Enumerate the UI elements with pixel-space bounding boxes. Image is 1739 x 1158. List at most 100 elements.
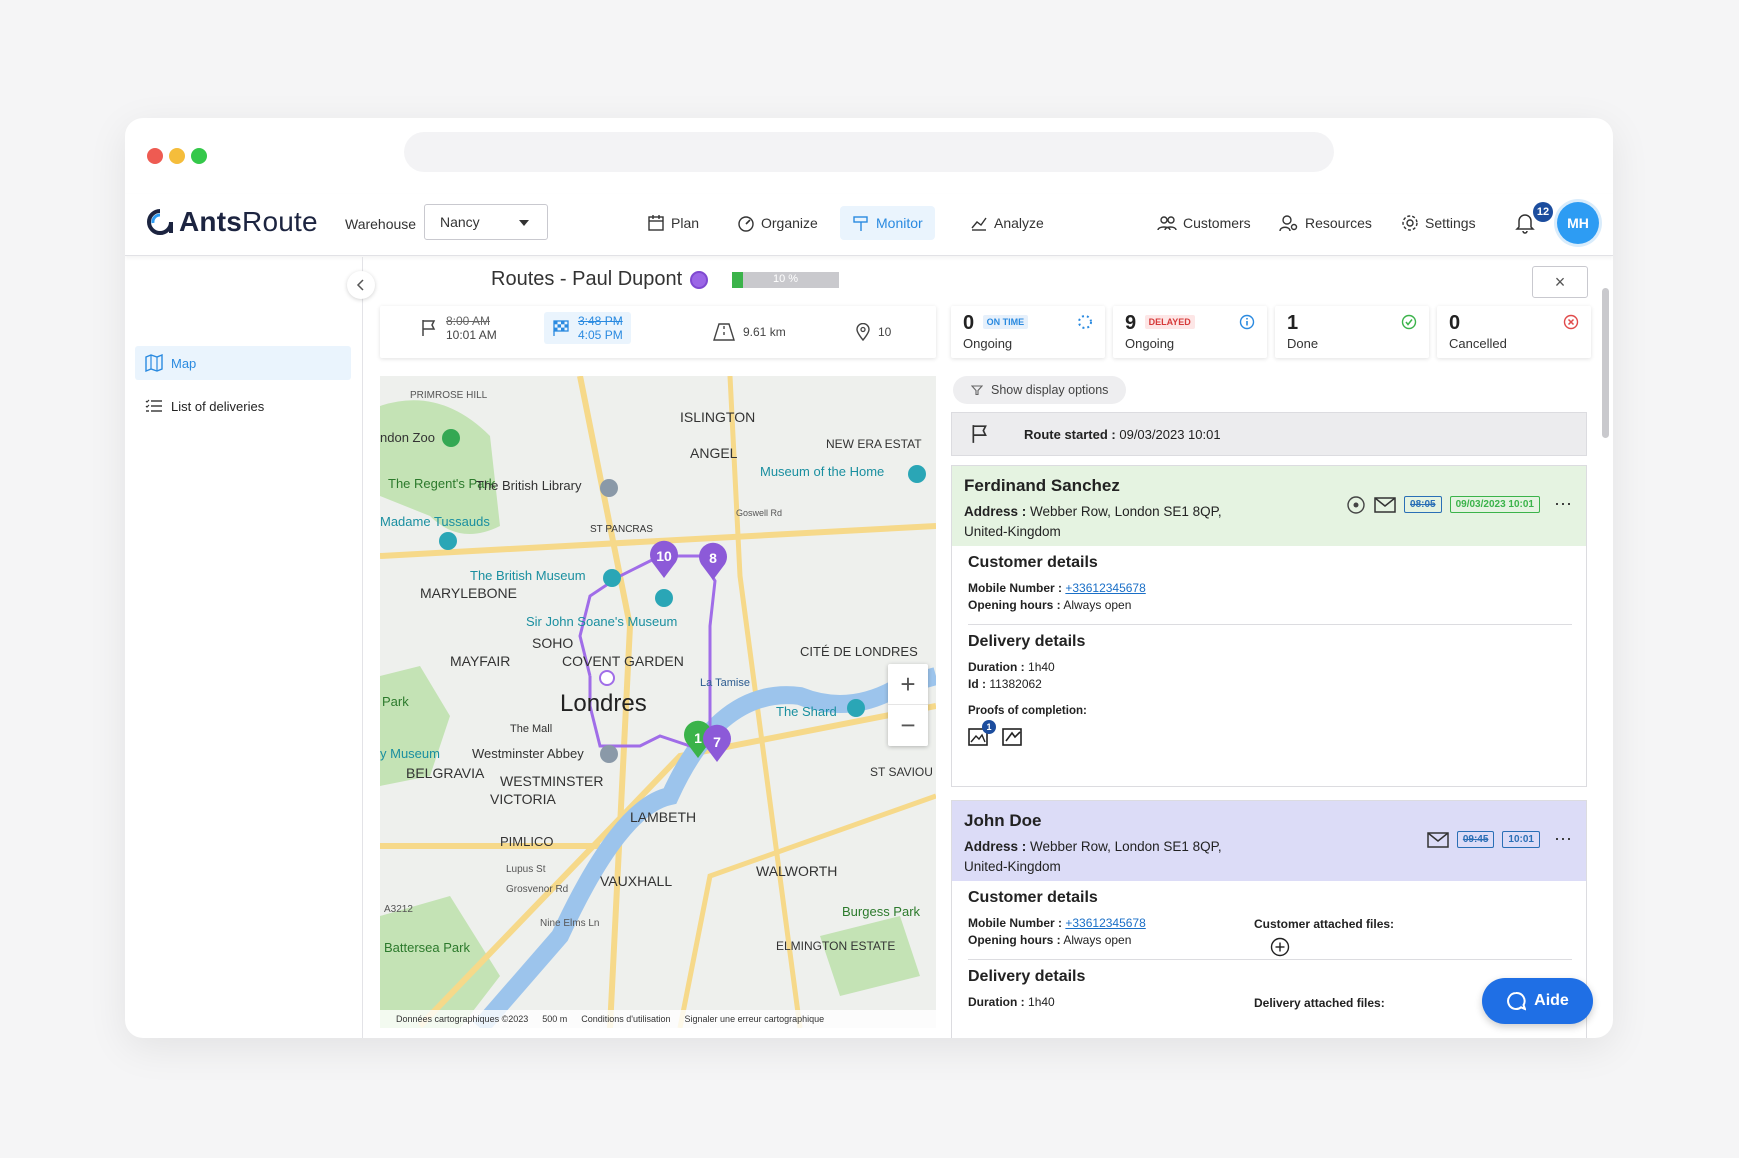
more-options-icon[interactable]: ⋯ bbox=[1554, 494, 1572, 515]
distance-stat: 9.61 km bbox=[713, 323, 786, 341]
help-button[interactable]: Aide bbox=[1482, 978, 1593, 1024]
route-start-marker[interactable] bbox=[599, 670, 615, 686]
user-gear-icon bbox=[1279, 215, 1298, 232]
kpi-ontime[interactable]: 0 ON TIME Ongoing bbox=[951, 306, 1105, 358]
map-canvas[interactable]: PRIMROSE HILL ISLINGTON ANGEL NEW ERA ES… bbox=[380, 376, 936, 1028]
address-bar[interactable] bbox=[404, 132, 1334, 172]
map-label-elmington: ELMINGTON ESTATE bbox=[776, 939, 895, 953]
map-label-shard-text: The Shard bbox=[776, 704, 837, 719]
route-title-text: Routes - Paul Dupont bbox=[491, 268, 683, 290]
nav-analyze[interactable]: Analyze bbox=[958, 206, 1056, 240]
delivery-card-ferdinand[interactable]: Ferdinand Sanchez Address : Webber Row, … bbox=[951, 465, 1587, 787]
logo[interactable]: AntsRoute bbox=[147, 206, 318, 238]
map-label-soho-text: SOHO bbox=[532, 635, 573, 651]
kpi-delayed[interactable]: 9 DELAYED Ongoing bbox=[1113, 306, 1267, 358]
nav-customers[interactable]: Customers bbox=[1145, 206, 1263, 240]
nav-organize[interactable]: Organize bbox=[725, 206, 830, 240]
poi-library-icon[interactable] bbox=[600, 479, 618, 497]
help-label: Aide bbox=[1534, 992, 1569, 1009]
start-planned: 8:00 AM bbox=[446, 314, 491, 328]
poi-tussauds-icon[interactable] bbox=[439, 532, 457, 550]
map-label-museum2-text: y Museum bbox=[380, 746, 440, 761]
map-label-newera: NEW ERA ESTAT bbox=[826, 437, 922, 451]
poi-museum-home-icon[interactable] bbox=[908, 465, 926, 483]
delivery-details-title: Delivery details bbox=[968, 633, 1086, 650]
chart-icon bbox=[971, 217, 987, 231]
map-label-tussauds-text: Madame Tussauds bbox=[380, 514, 490, 529]
nav-monitor[interactable]: Monitor bbox=[840, 206, 935, 240]
sidebar-item-list[interactable]: List of deliveries bbox=[135, 389, 351, 423]
map-label-mayfair: MAYFAIR bbox=[450, 653, 510, 669]
maximize-window-dot[interactable] bbox=[191, 148, 207, 164]
info-icon bbox=[1239, 314, 1255, 330]
kpi-cancelled[interactable]: 0 Cancelled bbox=[1437, 306, 1591, 358]
poi-abbey-icon[interactable] bbox=[600, 745, 618, 763]
poi-shard-icon[interactable] bbox=[847, 699, 865, 717]
mobile-link[interactable]: +33612345678 bbox=[1065, 581, 1145, 595]
map-label-marylebone: MARYLEBONE bbox=[420, 585, 517, 601]
stops-stat: 10 bbox=[856, 323, 891, 341]
mail-icon[interactable] bbox=[1374, 496, 1396, 513]
nav-settings[interactable]: Settings bbox=[1389, 206, 1488, 240]
logo-text: AntsRoute bbox=[179, 206, 318, 237]
more-options-icon[interactable]: ⋯ bbox=[1554, 829, 1572, 850]
record-icon[interactable] bbox=[1346, 495, 1366, 515]
add-file-icon[interactable] bbox=[1270, 937, 1290, 957]
flag-icon bbox=[422, 320, 436, 336]
mail-icon[interactable] bbox=[1427, 831, 1449, 848]
map-label-tamise-text: La Tamise bbox=[700, 677, 750, 689]
sidebar-item-map[interactable]: Map bbox=[135, 346, 351, 380]
map-terms-link[interactable]: Conditions d'utilisation bbox=[581, 1014, 670, 1024]
map-label-mall: The Mall bbox=[510, 723, 552, 735]
map-label-stpancras: ST PANCRAS bbox=[590, 524, 653, 535]
hours-row: Opening hours : Always open bbox=[968, 598, 1132, 612]
kpi-done[interactable]: 1 Done bbox=[1275, 306, 1429, 358]
map-report-link[interactable]: Signaler une erreur cartographique bbox=[685, 1014, 825, 1024]
signature-proof-icon[interactable] bbox=[1002, 728, 1024, 746]
poi-british-museum-icon[interactable] bbox=[603, 569, 621, 587]
close-button[interactable]: × bbox=[1532, 266, 1588, 298]
poi-soane-icon[interactable] bbox=[655, 589, 673, 607]
map-label-nineelms-text: Nine Elms Ln bbox=[540, 918, 599, 929]
chevron-left-icon bbox=[356, 279, 364, 291]
show-display-options-button[interactable]: Show display options bbox=[953, 376, 1127, 404]
map-pin-1-label: 1 bbox=[694, 730, 702, 746]
app-window: AntsRoute Warehouse Nancy Plan Organize … bbox=[125, 118, 1613, 1038]
map-label-covent-text: COVENT GARDEN bbox=[562, 653, 684, 669]
warehouse-select[interactable]: Nancy bbox=[424, 204, 548, 240]
end-time-stat: 3:48 PM 4:05 PM bbox=[544, 312, 631, 344]
route-progress-bar: 10 % bbox=[732, 272, 839, 288]
map-label-lambeth-text: LAMBETH bbox=[630, 809, 696, 825]
chevron-down-icon bbox=[519, 220, 529, 226]
scrollbar[interactable] bbox=[1602, 288, 1609, 438]
nav-plan-label: Plan bbox=[671, 215, 700, 231]
proof-count-badge: 1 bbox=[982, 720, 996, 734]
map-label-islington-text: ISLINGTON bbox=[680, 409, 755, 425]
bell-icon[interactable] bbox=[1515, 212, 1535, 234]
customer-details-title: Customer details bbox=[968, 554, 1098, 571]
route-map[interactable]: PRIMROSE HILL ISLINGTON ANGEL NEW ERA ES… bbox=[380, 376, 936, 1028]
map-icon bbox=[145, 354, 163, 372]
map-label-soho: SOHO bbox=[532, 635, 573, 651]
route-color-dot bbox=[690, 270, 709, 289]
minimize-window-dot[interactable] bbox=[169, 148, 185, 164]
zoom-in-button[interactable]: + bbox=[888, 664, 928, 705]
zoom-out-button[interactable]: − bbox=[888, 705, 928, 746]
close-window-dot[interactable] bbox=[147, 148, 163, 164]
nav-resources[interactable]: Resources bbox=[1267, 206, 1384, 240]
distance-value: 9.61 km bbox=[743, 325, 786, 339]
collapse-sidebar-button[interactable] bbox=[347, 271, 375, 299]
map-label-pimlico: PIMLICO bbox=[500, 834, 553, 849]
notification-badge: 12 bbox=[1533, 202, 1553, 222]
poi-zoo-icon[interactable] bbox=[442, 429, 460, 447]
nav-plan[interactable]: Plan bbox=[635, 206, 711, 240]
proofs-list: 1 bbox=[968, 720, 1572, 746]
actual-time: 10:01 bbox=[1502, 831, 1540, 848]
avatar[interactable]: MH bbox=[1557, 202, 1599, 244]
map-label-library: The British Library bbox=[476, 478, 582, 493]
map-label-tamise: La Tamise bbox=[700, 677, 750, 689]
customer-details-title: Customer details bbox=[968, 889, 1098, 906]
kpi-ontime-label: Ongoing bbox=[963, 336, 1013, 351]
map-label-battersea-text: Battersea Park bbox=[384, 940, 470, 955]
mobile-link[interactable]: +33612345678 bbox=[1065, 916, 1145, 930]
